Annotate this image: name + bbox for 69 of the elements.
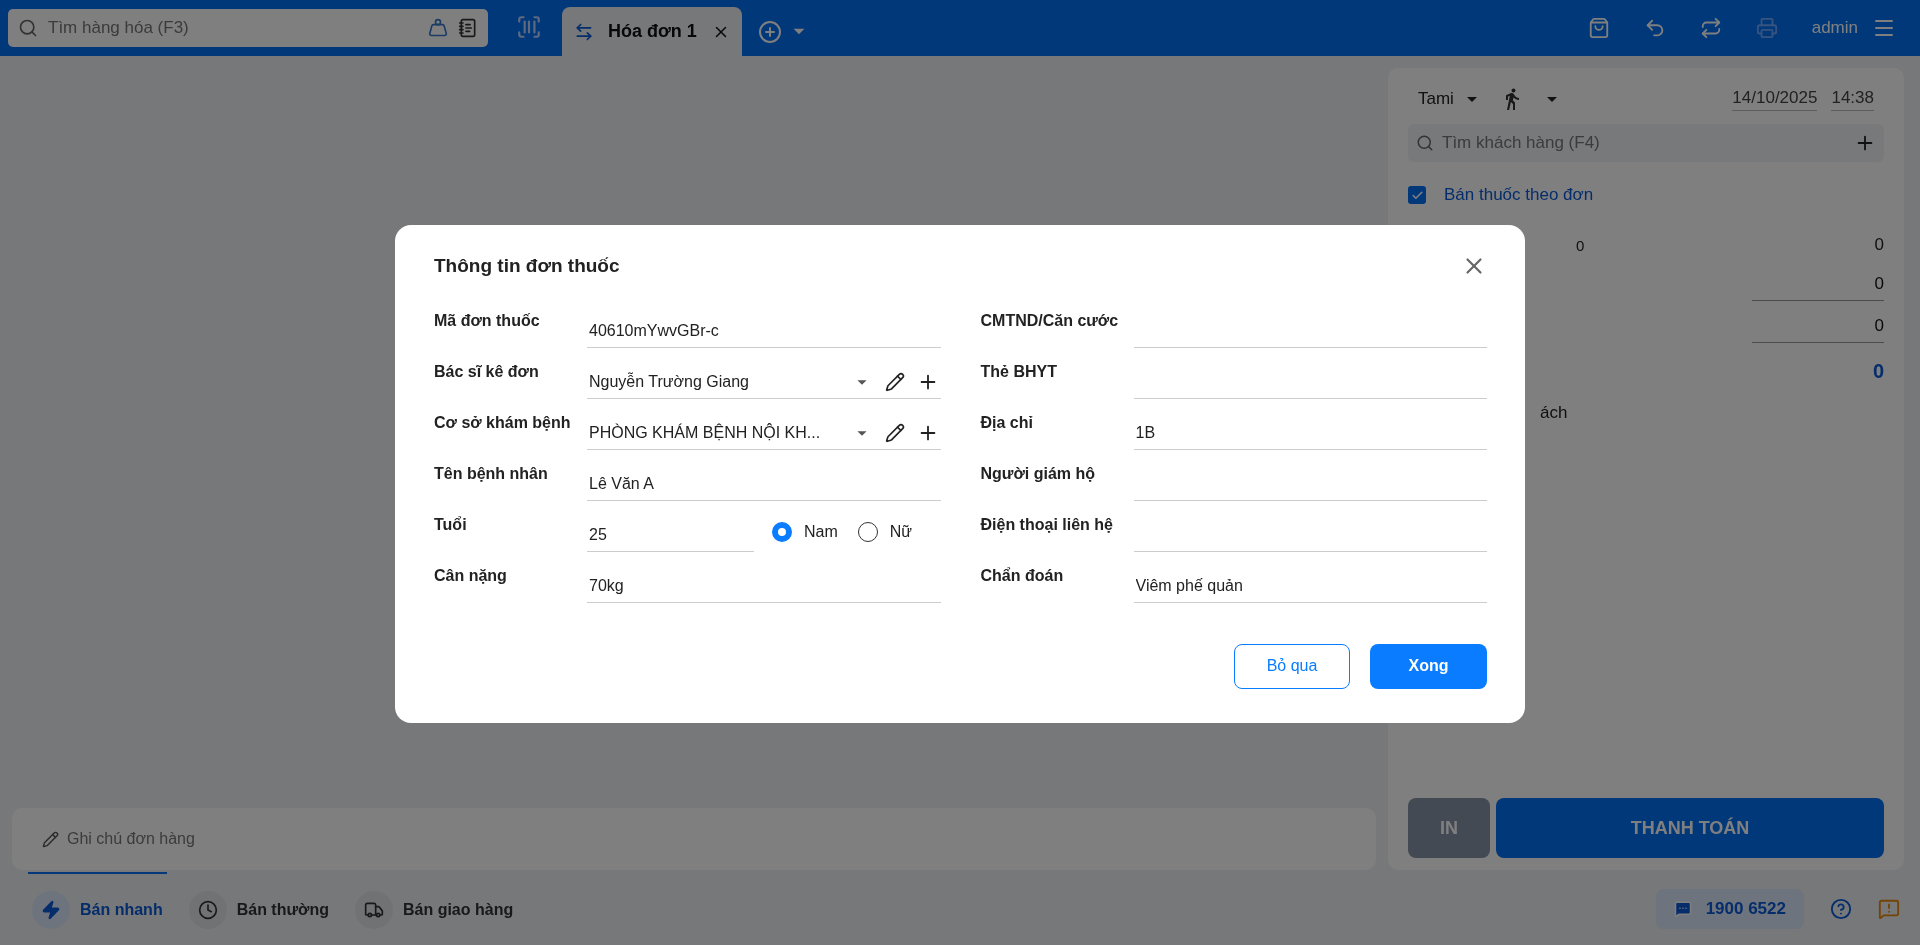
- pencil-icon[interactable]: [884, 372, 905, 392]
- total-value: 0: [1872, 359, 1884, 383]
- search-input[interactable]: Tìm hàng hóa (F3): [48, 18, 418, 38]
- select-field[interactable]: PHÒNG KHÁM BỆNH NỘI KH...: [587, 409, 941, 450]
- customer-search-bar[interactable]: Tìm khách hàng (F4): [1408, 124, 1884, 162]
- input-field[interactable]: 70kg: [587, 562, 941, 603]
- field-label: Cơ sở khám bệnh: [434, 413, 572, 433]
- input-field[interactable]: 40610mYwvGBr-c: [587, 307, 941, 348]
- search-icon: [1416, 134, 1434, 152]
- field-label: CMTND/Căn cước: [980, 311, 1120, 331]
- pencil-icon: [42, 830, 59, 848]
- search-bar[interactable]: Tìm hàng hóa (F3): [8, 9, 488, 47]
- order-note-bar[interactable]: Ghi chú đơn hàng: [12, 808, 1376, 870]
- repeat-icon[interactable]: [1699, 17, 1722, 39]
- input-field[interactable]: 25: [587, 511, 754, 552]
- notes-icon[interactable]: [458, 18, 478, 38]
- order-note-input[interactable]: Ghi chú đơn hàng: [67, 830, 1346, 848]
- search-icon: [18, 18, 38, 38]
- date-field[interactable]: 14/10/2025: [1732, 87, 1818, 111]
- time-field[interactable]: 14:38: [1831, 87, 1874, 111]
- invoice-tab[interactable]: Hóa đơn 1: [562, 7, 742, 56]
- select-field[interactable]: Nguyễn Trường Giang: [587, 358, 941, 399]
- pay-button[interactable]: THANH TOÁN: [1496, 798, 1884, 858]
- mode-tab[interactable]: Bán giao hàng: [350, 872, 518, 945]
- bag-icon[interactable]: [1587, 17, 1610, 39]
- field-label: Cân nặng: [434, 566, 508, 586]
- item-count: 0: [1576, 236, 1585, 254]
- swap-icon: [574, 21, 594, 42]
- amount-field[interactable]: 0: [1752, 273, 1884, 301]
- radio-label: Nữ: [889, 522, 913, 541]
- radio-label: Nam: [804, 522, 838, 541]
- mode-tab[interactable]: Bán nhanh: [28, 872, 167, 945]
- cancel-button[interactable]: Bỏ qua: [1234, 643, 1350, 689]
- add-tab-icon[interactable]: [758, 20, 782, 44]
- checkbox-label: Bán thuốc theo đơn: [1444, 185, 1594, 205]
- done-button[interactable]: Xong: [1370, 643, 1487, 689]
- bolt-icon: [32, 890, 70, 929]
- row-label: ách: [1540, 403, 1568, 423]
- help-icon[interactable]: [1830, 897, 1852, 920]
- hotline-button[interactable]: 1900 6522: [1655, 888, 1804, 929]
- select-value: PHÒNG KHÁM BỆNH NỘI KH...: [589, 424, 822, 442]
- input-field[interactable]: Lê Văn A: [587, 460, 941, 501]
- field-label: Mã đơn thuốc: [434, 311, 541, 331]
- user-name[interactable]: admin: [1811, 18, 1858, 38]
- check-icon: [1410, 188, 1424, 202]
- field-label: Địa chỉ: [980, 413, 1034, 433]
- dialog-title: Thông tin đơn thuốc: [434, 254, 620, 277]
- amount-field[interactable]: 0: [1752, 315, 1884, 343]
- checkbox[interactable]: [1408, 186, 1426, 204]
- field-label: Thẻ BHYT: [980, 362, 1058, 382]
- input-field[interactable]: Viêm phế quản: [1133, 562, 1487, 603]
- customer-search-input[interactable]: Tìm khách hàng (F4): [1442, 133, 1846, 153]
- pencil-icon[interactable]: [884, 423, 905, 443]
- field-label: Tên bệnh nhân: [434, 464, 549, 484]
- input-field[interactable]: 1B: [1133, 409, 1487, 450]
- seller-name[interactable]: Tami: [1418, 89, 1454, 109]
- radio-button[interactable]: [772, 521, 792, 542]
- field-label: Điện thoại liên hệ: [980, 515, 1114, 535]
- field-label: Người giám hộ: [980, 464, 1096, 484]
- field-label: Bác sĩ kê đơn: [434, 362, 540, 382]
- scale-icon[interactable]: [428, 18, 448, 38]
- barcode-scan-icon[interactable]: [516, 14, 542, 40]
- chat-icon: [1673, 899, 1692, 918]
- amount-value: 0: [1874, 235, 1884, 255]
- field-label: Tuổi: [434, 515, 468, 535]
- select-value: Nguyễn Trường Giang: [589, 373, 750, 391]
- field-label: Chẩn đoán: [980, 566, 1065, 586]
- mode-tab[interactable]: Bán thường: [184, 872, 333, 945]
- feedback-icon[interactable]: [1878, 897, 1900, 920]
